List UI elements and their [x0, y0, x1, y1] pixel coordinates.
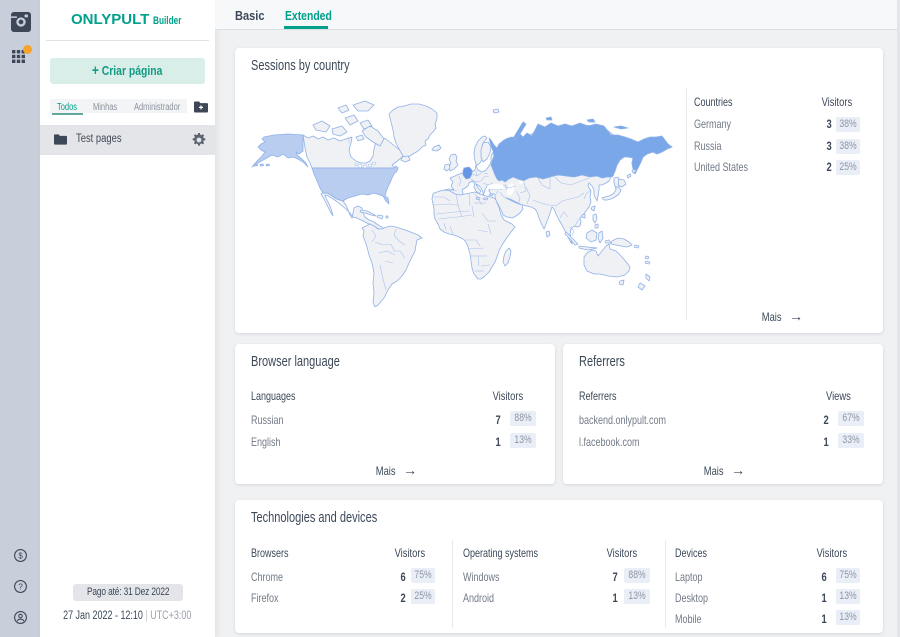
svg-text:?: ? — [18, 583, 23, 592]
svg-text:$: $ — [18, 552, 23, 561]
